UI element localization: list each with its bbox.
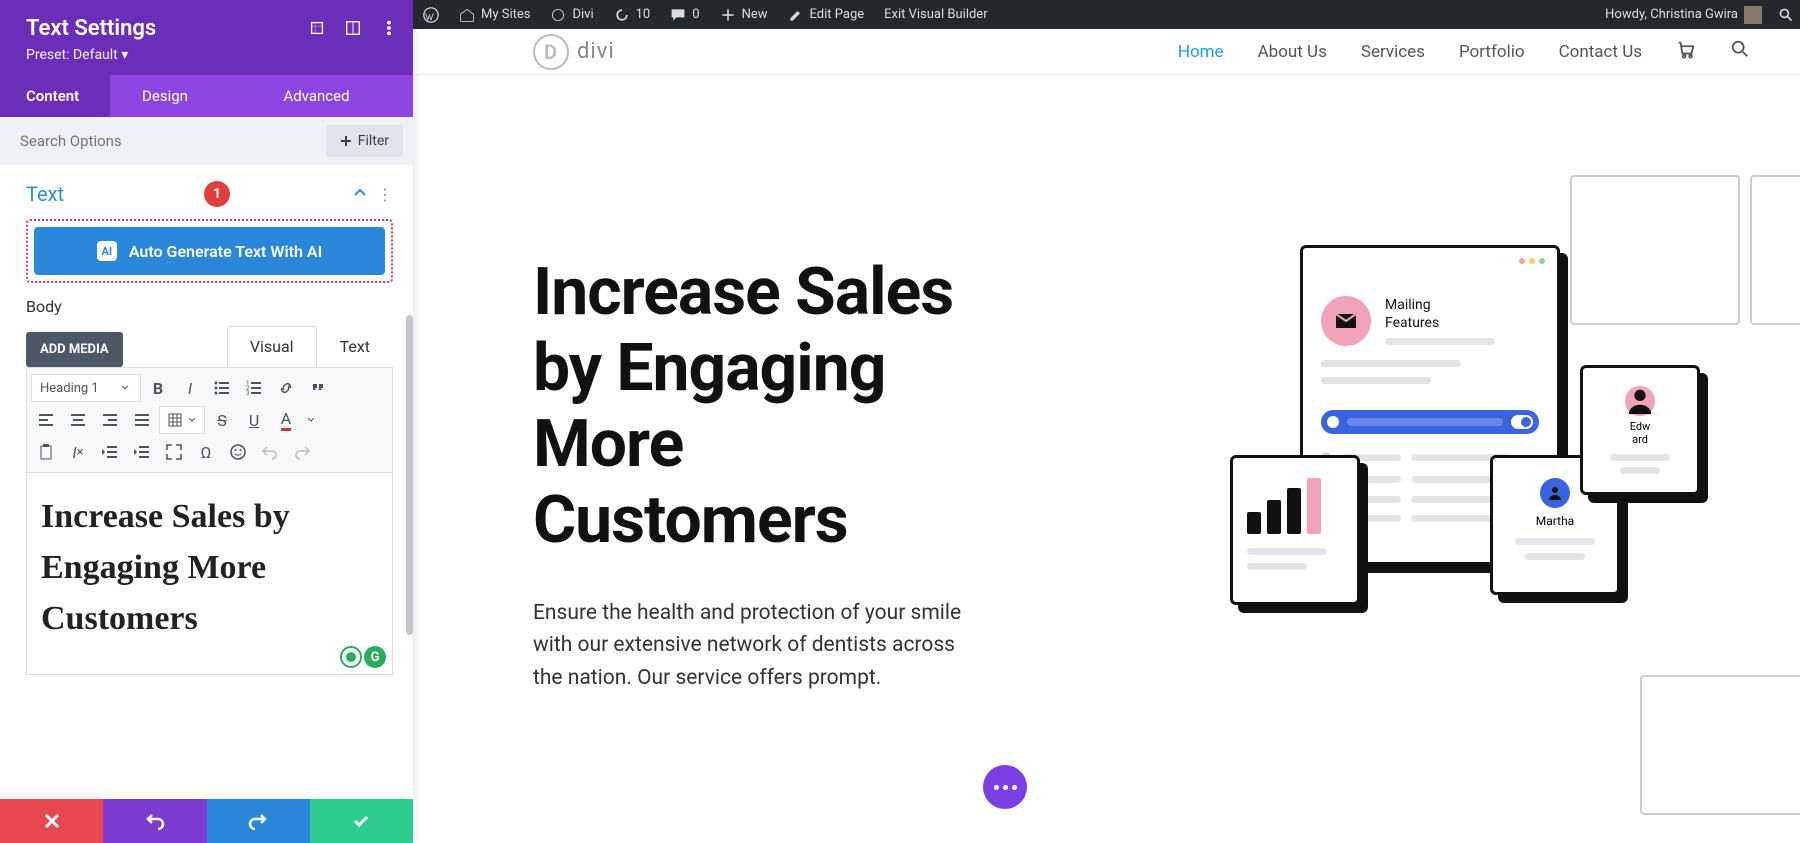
undo-changes-button[interactable]	[103, 799, 206, 843]
site-header: D divi Home About Us Services Portfolio …	[413, 29, 1800, 75]
nav-home[interactable]: Home	[1178, 42, 1224, 62]
panel-scrollbar[interactable]	[406, 315, 413, 635]
ghost-card	[1750, 175, 1800, 325]
emoji-icon[interactable]	[223, 438, 253, 466]
ul-icon[interactable]	[207, 374, 237, 402]
howdy-user[interactable]: Howdy, Christina Gwira	[1595, 0, 1772, 29]
filter-button[interactable]: Filter	[326, 125, 403, 157]
envelope-icon	[1321, 296, 1371, 346]
nav-portfolio[interactable]: Portfolio	[1459, 42, 1525, 62]
link-icon[interactable]	[271, 374, 301, 402]
cart-icon[interactable]	[1676, 39, 1696, 64]
align-left-icon[interactable]	[31, 406, 61, 434]
search-options-input[interactable]	[10, 126, 318, 156]
section-text-title[interactable]: Text	[26, 182, 64, 206]
textcolor-chevron-icon[interactable]	[303, 406, 319, 434]
table-icon[interactable]	[159, 406, 205, 434]
cancel-button[interactable]	[0, 799, 103, 843]
grammarly-icon[interactable]	[340, 646, 362, 668]
panel-body: Text 1 ⋮ AI Auto Generate Text With AI B…	[0, 165, 413, 799]
tab-design[interactable]: Design	[110, 75, 220, 117]
strike-icon[interactable]: S	[207, 406, 237, 434]
collapse-icon[interactable]	[353, 185, 367, 204]
layout-icon[interactable]	[343, 18, 363, 38]
ill-card-chart	[1230, 455, 1360, 605]
panel-header: Text Settings Preset: Default ▾	[0, 0, 413, 75]
site-divi[interactable]: Divi	[540, 0, 603, 29]
wp-logo[interactable]	[413, 0, 449, 29]
edit-page[interactable]: Edit Page	[778, 0, 875, 29]
redo-changes-button[interactable]	[207, 799, 310, 843]
grammarly-toggle-icon[interactable]: G	[364, 646, 386, 668]
bold-icon[interactable]: B	[143, 374, 173, 402]
add-media-button[interactable]: ADD MEDIA	[26, 332, 123, 367]
text-settings-panel: Text Settings Preset: Default ▾ Content …	[0, 0, 413, 843]
quote-icon[interactable]	[303, 374, 333, 402]
page-preview: D divi Home About Us Services Portfolio …	[413, 29, 1800, 843]
user-avatar	[1744, 6, 1762, 24]
ai-icon: AI	[97, 241, 117, 261]
nav-services[interactable]: Services	[1361, 42, 1425, 62]
preset-dropdown[interactable]: Preset: Default ▾	[26, 47, 397, 63]
hero-illustration: Mailing Features	[1230, 175, 1800, 695]
tab-content[interactable]: Content	[0, 75, 110, 117]
nav-about[interactable]: About Us	[1258, 42, 1327, 62]
editor-tab-visual[interactable]: Visual	[227, 326, 317, 367]
site-nav: Home About Us Services Portfolio Contact…	[1178, 39, 1750, 64]
ol-icon[interactable]: 123	[239, 374, 269, 402]
callout-badge: 1	[204, 181, 230, 207]
tab-advanced[interactable]: Advanced	[220, 75, 413, 117]
ghost-card	[1570, 175, 1740, 325]
redo-icon[interactable]	[287, 438, 317, 466]
ghost-card	[1640, 675, 1800, 815]
outdent-icon[interactable]	[95, 438, 125, 466]
more-icon[interactable]	[379, 18, 399, 38]
italic-icon[interactable]: I	[175, 374, 205, 402]
clear-format-icon[interactable]: I×	[63, 438, 93, 466]
updates[interactable]: 10	[604, 0, 661, 29]
save-button[interactable]	[310, 799, 413, 843]
align-justify-icon[interactable]	[127, 406, 157, 434]
align-right-icon[interactable]	[95, 406, 125, 434]
editor-heading: Increase Sales by Engaging More Customer…	[41, 491, 378, 644]
editor-content[interactable]: Increase Sales by Engaging More Customer…	[26, 473, 393, 675]
textcolor-icon[interactable]: A	[271, 406, 301, 434]
comments[interactable]: 0	[660, 0, 709, 29]
site-logo[interactable]: D divi	[533, 34, 615, 70]
expand-icon[interactable]	[307, 18, 327, 38]
panel-footer	[0, 799, 413, 843]
hero-title: Increase Sales by Engaging More Customer…	[533, 255, 983, 559]
chevron-down-icon: ▾	[121, 47, 128, 63]
auto-generate-ai-button[interactable]: AI Auto Generate Text With AI	[34, 227, 385, 275]
fullscreen-icon[interactable]	[159, 438, 189, 466]
paste-icon[interactable]	[31, 438, 61, 466]
hero-body: Ensure the health and protection of your…	[533, 597, 983, 695]
special-char-icon[interactable]: Ω	[191, 438, 221, 466]
editor-tab-text[interactable]: Text	[317, 326, 393, 367]
heading-select[interactable]: Heading 1	[31, 374, 141, 402]
editor-toolbar: Heading 1 B I 123 S U A I×	[26, 367, 393, 473]
undo-icon[interactable]	[255, 438, 285, 466]
svg-text:3: 3	[246, 390, 249, 397]
search-row: Filter	[0, 117, 413, 165]
search-icon[interactable]	[1730, 39, 1750, 64]
my-sites[interactable]: My Sites	[449, 0, 540, 29]
underline-icon[interactable]: U	[239, 406, 269, 434]
nav-contact[interactable]: Contact Us	[1559, 42, 1642, 62]
panel-tabs: Content Design Advanced	[0, 75, 413, 117]
wp-admin-bar: My Sites Divi 10 0 New Edit Page Exit Vi…	[413, 0, 1800, 29]
logo-icon: D	[533, 34, 569, 70]
ill-card-edward: Edw ard	[1580, 365, 1700, 495]
builder-fab[interactable]	[983, 765, 1027, 809]
section-more-icon[interactable]: ⋮	[377, 185, 393, 204]
exit-visual-builder[interactable]: Exit Visual Builder	[874, 0, 997, 29]
ai-highlight: AI Auto Generate Text With AI	[26, 219, 393, 283]
indent-icon[interactable]	[127, 438, 157, 466]
body-label: Body	[26, 297, 393, 316]
adminbar-search-icon[interactable]	[1772, 0, 1800, 29]
new[interactable]: New	[710, 0, 778, 29]
align-center-icon[interactable]	[63, 406, 93, 434]
